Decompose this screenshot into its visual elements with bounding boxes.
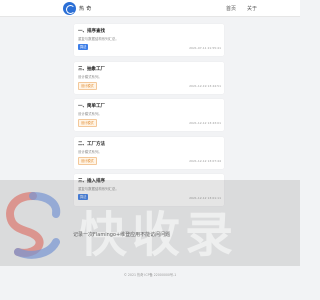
article-card[interactable]: 一、简单工厂 设计模式系列。 设计模式 2021-12-12 13:43:01	[74, 99, 224, 131]
site-logo[interactable]: 热 奇	[63, 2, 92, 15]
page: 热 奇 首页 关于 一、排序查找 重复与数据结构系列汇总。 算法 2021-07…	[0, 0, 300, 300]
logo-icon	[63, 2, 76, 15]
top-header: 热 奇 首页 关于	[0, 0, 300, 17]
category-tag[interactable]: 设计模式	[78, 81, 97, 90]
watermark-logo-icon	[6, 192, 61, 259]
category-tag[interactable]: 设计模式	[78, 119, 97, 127]
article-date: 2021-07-11 21:55:41	[189, 46, 221, 50]
category-tag[interactable]: 算法	[78, 44, 89, 50]
article-date: 2021-12-12 13:01:11	[189, 196, 221, 200]
article-list: 一、排序查找 重复与数据结构系列汇总。 算法 2021-07-11 21:55:…	[74, 24, 224, 212]
article-card[interactable]: 二、工厂方法 设计模式系列。 设计模式 2021-12-12 13:07:44	[74, 136, 224, 169]
nav-home-link[interactable]: 首页	[226, 5, 236, 12]
article-summary: 设计模式系列。	[78, 112, 102, 116]
article-summary: 重复与数据结构系列汇总。	[78, 187, 119, 191]
top-nav: 首页 关于	[226, 5, 257, 12]
nav-about-link[interactable]: 关于	[247, 5, 257, 12]
article-title[interactable]: 三、抽象工厂	[78, 66, 105, 72]
article-card[interactable]: 一、排序查找 重复与数据结构系列汇总。 算法 2021-07-11 21:55:…	[74, 24, 224, 56]
article-title[interactable]: 三、插入排序	[78, 178, 105, 184]
article-title[interactable]: 一、简单工厂	[78, 103, 105, 109]
article-date: 2021-12-12 13:43:01	[189, 121, 221, 125]
article-date: 2021-12-19 13:44:51	[189, 83, 221, 88]
logo-text: 热 奇	[79, 6, 92, 12]
article-summary: 设计模式系列。	[78, 149, 102, 154]
page-footer: © 2021 热奇 ICP备 22000000号-1	[123, 273, 177, 277]
article-summary: 设计模式系列。	[78, 74, 102, 79]
category-tag[interactable]: 算法	[78, 194, 89, 200]
article-card[interactable]: 三、抽象工厂 设计模式系列。 设计模式 2021-12-19 13:44:51	[74, 61, 224, 94]
article-title[interactable]: 一、排序查找	[78, 28, 105, 34]
watermark-caption: 记录一次Flamingo+维登应用不能访问问题	[73, 232, 171, 238]
category-tag[interactable]: 设计模式	[78, 156, 97, 165]
article-card[interactable]: 三、插入排序 重复与数据结构系列汇总。 算法 2021-12-12 13:01:…	[74, 174, 224, 206]
article-date: 2021-12-12 13:07:44	[189, 158, 221, 163]
article-title[interactable]: 二、工厂方法	[78, 141, 105, 147]
article-summary: 重复与数据结构系列汇总。	[78, 37, 119, 41]
